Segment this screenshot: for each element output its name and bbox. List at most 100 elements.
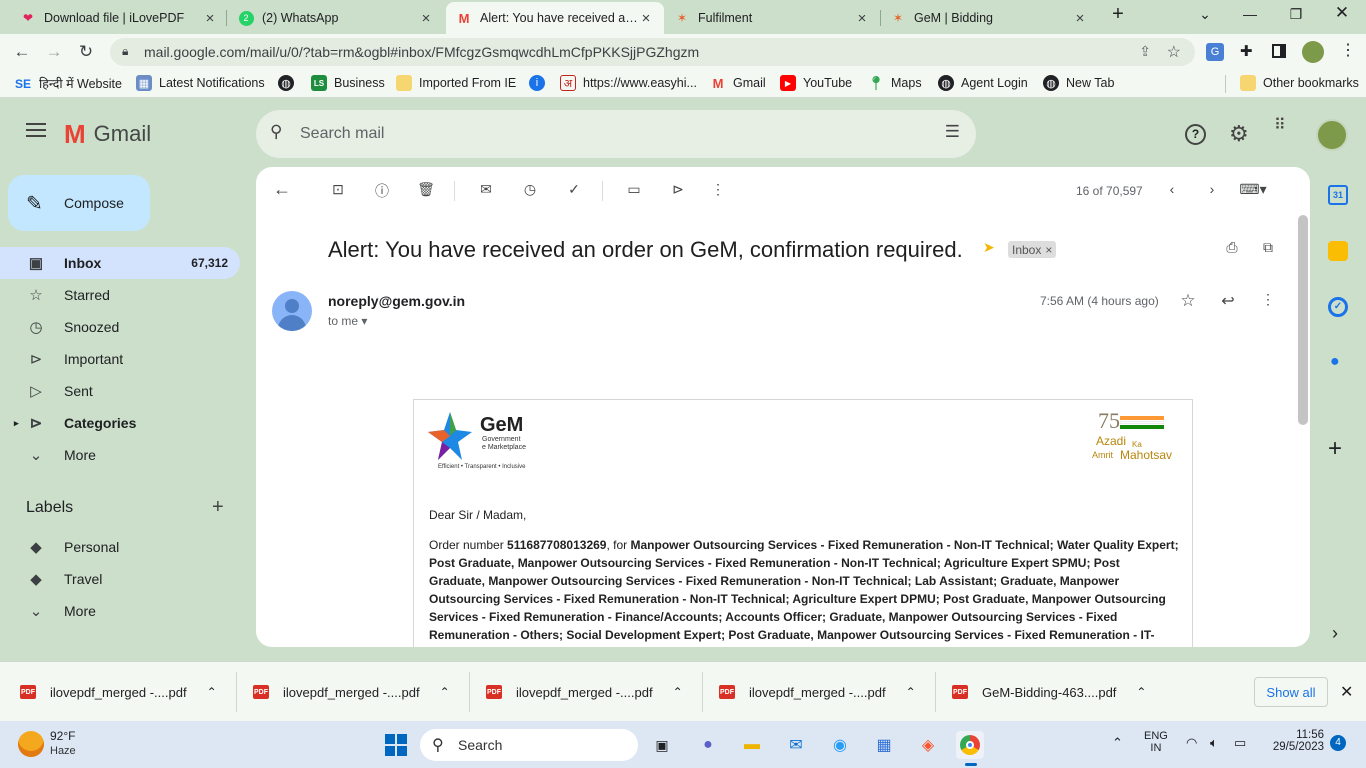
newer-icon[interactable]: ‹ (1162, 181, 1182, 201)
download-item[interactable]: PDF ilovepdf_merged -....pdf ⌃ (719, 672, 916, 712)
close-icon[interactable]: × (1072, 10, 1088, 27)
store-icon[interactable]: ▦ (870, 731, 898, 759)
back-icon[interactable]: ← (12, 42, 32, 62)
reload-icon[interactable]: ↻ (76, 42, 96, 62)
older-icon[interactable]: › (1202, 181, 1222, 201)
get-addons-icon[interactable]: + (1328, 435, 1342, 463)
sidebar-item-more[interactable]: ⌄ More (0, 439, 240, 471)
sidebar-item-sent[interactable]: ▷ Sent (0, 375, 240, 407)
bookmark-item[interactable]: ◍ (278, 75, 301, 91)
label-as-icon[interactable]: ⊳ (668, 181, 688, 201)
show-details-icon[interactable]: ▾ (361, 314, 367, 328)
star-icon[interactable]: ☆ (1178, 291, 1198, 311)
close-icon[interactable]: × (638, 10, 654, 27)
bookmark-item[interactable]: ▶ YouTube (780, 75, 852, 91)
search-icon[interactable]: ⚲ (270, 122, 282, 142)
extensions-icon[interactable]: ✚ (1240, 42, 1253, 60)
chrome-icon[interactable] (956, 731, 984, 759)
window-close-icon[interactable]: ✕ (1332, 3, 1352, 23)
chevron-up-icon[interactable]: ⌃ (207, 685, 217, 699)
delete-icon[interactable]: 🗑︎ (416, 181, 436, 201)
calendar-icon[interactable]: 31 (1328, 185, 1348, 205)
edge-icon[interactable]: ◉ (826, 731, 854, 759)
new-tab-button[interactable]: + (1108, 3, 1128, 26)
browser-tab-active[interactable]: M Alert: You have received an o × (446, 2, 664, 34)
search-input[interactable]: Search mail (300, 125, 384, 143)
more-options-icon[interactable]: ⋮ (708, 181, 728, 201)
close-icon[interactable]: × (854, 10, 870, 27)
contacts-icon[interactable]: ● (1330, 353, 1340, 371)
task-view-icon[interactable]: ▣ (648, 731, 676, 759)
report-spam-icon[interactable]: ⓘ (372, 181, 392, 201)
bookmark-item[interactable]: 📍︎ Maps (867, 75, 921, 91)
profile-avatar[interactable] (1302, 41, 1324, 63)
keep-icon[interactable] (1328, 241, 1348, 261)
open-new-window-icon[interactable]: ⧉ (1258, 239, 1278, 259)
bookmark-item[interactable]: ◍ New Tab (1043, 75, 1114, 91)
chevron-up-icon[interactable]: ⌃ (673, 685, 683, 699)
apps-grid-icon[interactable]: ⠿ (1274, 118, 1286, 134)
account-avatar[interactable] (1316, 119, 1348, 151)
bookmark-item[interactable]: M Gmail (710, 75, 766, 91)
share-icon[interactable]: ⇪ (1139, 43, 1151, 60)
close-downloads-icon[interactable]: ✕ (1340, 682, 1353, 702)
chevron-up-icon[interactable]: ⌃ (906, 685, 916, 699)
restore-icon[interactable]: ❐ (1286, 6, 1306, 23)
add-label-icon[interactable]: + (212, 496, 224, 519)
help-icon[interactable]: ? (1185, 124, 1206, 145)
recipient-line[interactable]: to me ▾ (328, 314, 367, 328)
close-icon[interactable]: × (202, 10, 218, 27)
more-actions-icon[interactable]: ⋮ (1258, 291, 1278, 311)
weather-temp[interactable]: 92°F (50, 729, 75, 743)
bookmark-item[interactable]: अ https://www.easyhi... (560, 75, 697, 91)
system-tray-chevron-icon[interactable]: ⌃ (1112, 735, 1123, 751)
teams-chat-icon[interactable]: ● (694, 731, 722, 759)
forward-icon[interactable]: → (44, 42, 64, 62)
browser-tab[interactable]: ❤ Download file | iLovePDF × (10, 2, 228, 34)
bookmark-item[interactable]: LS Business (311, 75, 385, 91)
weather-icon[interactable] (18, 731, 44, 757)
browser-tab[interactable]: ✶ Fulfilment × (664, 2, 880, 34)
menu-icon[interactable]: ⋮ (1340, 40, 1356, 60)
bookmark-item[interactable]: Imported From IE (396, 75, 516, 91)
add-task-icon[interactable]: ✓ (564, 181, 584, 201)
show-all-button[interactable]: Show all (1254, 677, 1328, 707)
tasks-icon[interactable]: ✓ (1328, 297, 1348, 317)
file-explorer-icon[interactable]: ▬ (738, 731, 766, 759)
download-item[interactable]: PDF GeM-Bidding-463....pdf ⌃ (952, 672, 1146, 712)
sidebar-label-personal[interactable]: ◆ Personal (0, 531, 240, 563)
search-bar[interactable]: ⚲ Search mail ☰ (256, 110, 976, 158)
settings-gear-icon[interactable]: ⚙ (1229, 121, 1249, 147)
move-to-icon[interactable]: ▭ (624, 181, 644, 201)
mark-unread-icon[interactable]: ✉ (476, 181, 496, 201)
brave-icon[interactable]: ◈ (914, 731, 942, 759)
wifi-icon[interactable]: ◠ (1186, 735, 1197, 751)
inbox-chip[interactable]: Inbox × (1008, 241, 1057, 258)
bookmark-item[interactable]: i (529, 75, 552, 91)
close-icon[interactable]: × (418, 10, 434, 27)
sender-avatar[interactable] (272, 291, 312, 331)
input-tools-icon[interactable]: ⌨▾ (1238, 181, 1268, 201)
browser-tab[interactable]: ✶ GeM | Bidding × (880, 2, 1098, 34)
minimize-icon[interactable]: — (1240, 6, 1260, 22)
compose-button[interactable]: ✎ Compose (8, 175, 150, 231)
expand-arrow-icon[interactable]: ▸ (14, 418, 19, 429)
other-bookmarks[interactable]: Other bookmarks (1240, 75, 1359, 91)
remove-label-icon[interactable]: × (1045, 243, 1052, 257)
sidebar-label-travel[interactable]: ◆ Travel (0, 563, 240, 595)
reply-icon[interactable]: ↩ (1218, 291, 1238, 311)
importance-marker-icon[interactable]: ➤ (983, 239, 995, 256)
sidebar-item-starred[interactable]: ☆ Starred (0, 279, 240, 311)
taskbar-search[interactable]: ⚲ Search (420, 729, 638, 761)
bookmark-item[interactable]: ◍ Agent Login (938, 75, 1028, 91)
scrollbar-thumb[interactable] (1298, 215, 1308, 425)
back-to-inbox-icon[interactable]: ← (272, 179, 292, 199)
print-icon[interactable]: ⎙ (1222, 239, 1242, 259)
sidebar-item-snoozed[interactable]: ◷ Snoozed (0, 311, 240, 343)
language-indicator[interactable]: ENG IN (1144, 730, 1168, 754)
browser-tab[interactable]: 2 (2) WhatsApp × (228, 2, 444, 34)
address-bar[interactable]: 🔒︎ mail.google.com/mail/u/0/?tab=rm&ogbl… (110, 38, 1195, 66)
download-item[interactable]: PDF ilovepdf_merged -....pdf ⌃ (486, 672, 683, 712)
clock[interactable]: 11:56 29/5/2023 (1266, 729, 1324, 753)
mail-app-icon[interactable]: ✉ (782, 731, 810, 759)
